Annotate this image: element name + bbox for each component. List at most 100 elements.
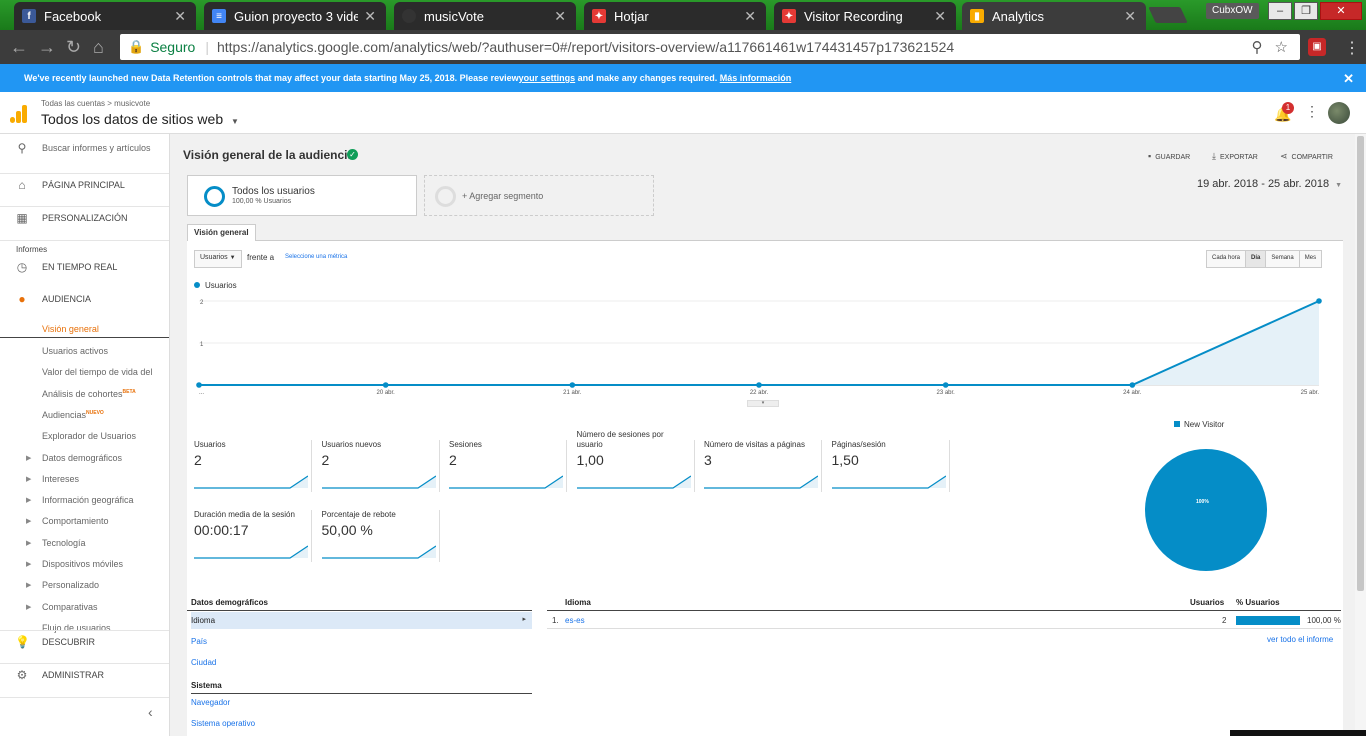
lightbulb-icon: 💡 (15, 635, 30, 649)
property-selector[interactable]: Todos los datos de sitios web ▼ (41, 111, 239, 127)
more-vert-icon[interactable]: ⋮ (1305, 103, 1319, 120)
tab-analytics[interactable]: ▮ Analytics ✕ (962, 2, 1146, 30)
x-tick-label: 25 abr. (1301, 390, 1320, 396)
expand-arrow-icon[interactable]: ▶ (26, 560, 31, 568)
expand-arrow-icon[interactable]: ▶ (26, 517, 31, 525)
audience-nav-item[interactable]: Análisis de cohortesBETA (42, 389, 136, 399)
expand-arrow-icon[interactable]: ▶ (26, 581, 31, 589)
sparkline-area (194, 546, 308, 558)
expand-arrow-icon[interactable]: ▶ (26, 475, 31, 483)
date-range-picker[interactable]: 19 abr. 2018 - 25 abr. 2018 ▼ (1197, 178, 1342, 190)
audience-nav-item[interactable]: Personalizado (42, 580, 99, 590)
expand-arrow-icon[interactable]: ▶ (26, 454, 31, 462)
audience-nav-item[interactable]: Dispositivos móviles (42, 559, 123, 569)
language-link[interactable]: es-es (565, 616, 585, 625)
close-tab-icon[interactable]: ✕ (934, 8, 946, 25)
address-bar[interactable]: 🔒 Seguro | https://analytics.google.com/… (120, 34, 1300, 60)
audience-nav-item[interactable]: Explorador de Usuarios (42, 431, 136, 441)
expand-arrow-icon[interactable]: ▶ (26, 496, 31, 504)
close-icon[interactable]: ✕ (1343, 71, 1354, 87)
home-icon[interactable]: ⌂ (93, 37, 104, 57)
metric-tile[interactable]: Sesiones 2 (449, 440, 567, 492)
tab-hotjar[interactable]: ✦ Hotjar ✕ (584, 2, 766, 30)
close-tab-icon[interactable]: ✕ (364, 8, 376, 25)
audience-nav-item[interactable]: Comportamiento (42, 516, 109, 526)
left-nav: ⚲ Buscar informes y artículos ⌂ PÁGINA P… (0, 134, 170, 736)
metric-dropdown[interactable]: Usuarios ▼ (194, 250, 242, 268)
granularity-button[interactable]: Día (1246, 251, 1267, 267)
select-metric-link[interactable]: Seleccione una métrica (285, 254, 347, 260)
close-tab-icon[interactable]: ✕ (554, 8, 566, 25)
audience-nav-item[interactable]: Intereses (42, 474, 79, 484)
url-text[interactable]: https://analytics.google.com/analytics/w… (217, 39, 1252, 55)
demographics-item[interactable]: Idioma ▸ (191, 612, 532, 629)
tab-facebook[interactable]: f Facebook ✕ (14, 2, 196, 30)
profile-button[interactable]: CubxOW (1206, 3, 1259, 19)
audience-nav-item[interactable]: Datos demográficos (42, 453, 122, 463)
system-item[interactable]: Navegador (191, 694, 532, 711)
metric-tile[interactable]: Porcentaje de rebote 50,00 % (321, 510, 440, 562)
audience-nav-item[interactable]: Flujo de usuarios (42, 623, 111, 633)
tab-overview[interactable]: Visión general (187, 224, 256, 241)
close-tab-icon[interactable]: ✕ (174, 8, 186, 25)
save-button[interactable]: ▪ GUARDAR (1148, 151, 1190, 161)
window-close-button[interactable]: ✕ (1320, 2, 1362, 20)
granularity-button[interactable]: Cada hora (1207, 251, 1247, 267)
minimize-button[interactable]: – (1268, 2, 1292, 20)
scrollbar-thumb[interactable] (1357, 136, 1364, 591)
audience-nav-item[interactable]: Comparativas (42, 602, 98, 612)
forward-icon[interactable]: → (38, 37, 56, 57)
analytics-logo (10, 105, 28, 123)
maximize-button[interactable]: ❐ (1294, 2, 1318, 20)
expand-arrow-icon[interactable]: ▶ (26, 603, 31, 611)
reload-icon[interactable]: ↻ (66, 37, 81, 57)
segment-card[interactable]: Todos los usuarios 100,00 % Usuarios (187, 175, 417, 216)
audience-nav-item[interactable]: Tecnología (42, 538, 86, 548)
tab-guion[interactable]: ≡ Guion proyecto 3 video ✕ (204, 2, 386, 30)
pie-slice[interactable] (1145, 449, 1267, 571)
chrome-menu-icon[interactable]: ⋮ (1344, 38, 1360, 58)
tab-visitor-recording[interactable]: ✦ Visitor Recording ✕ (774, 2, 956, 30)
metric-tile[interactable]: Duración media de la sesión 00:00:17 (194, 510, 312, 562)
share-button[interactable]: ⋖ COMPARTIR (1280, 151, 1333, 162)
close-tab-icon[interactable]: ✕ (1124, 8, 1136, 25)
settings-link[interactable]: your settings (519, 73, 576, 83)
extension-icon[interactable]: ▣ (1308, 38, 1326, 56)
demographics-item[interactable]: Ciudad (191, 654, 532, 671)
audience-nav-item[interactable]: Usuarios activos (42, 346, 108, 356)
metric-tile[interactable]: Páginas/sesión 1,50 (831, 440, 950, 492)
zoom-icon[interactable]: ⚲ (1252, 38, 1263, 56)
bookmark-star-icon[interactable]: ☆ (1275, 38, 1288, 56)
demographics-item[interactable]: País (191, 633, 532, 650)
tab-musicvote[interactable]: musicVote ✕ (394, 2, 576, 30)
page-scrollbar[interactable] (1355, 134, 1366, 736)
breadcrumb[interactable]: Todas las cuentas > musicvote (41, 99, 150, 108)
page-title: Visión general de la audiencia (183, 148, 355, 162)
export-button[interactable]: ⤓ EXPORTAR (1212, 151, 1258, 162)
add-segment-button[interactable]: + Agregar segmento (424, 175, 654, 216)
sparkline (194, 475, 308, 489)
divider (0, 240, 169, 241)
granularity-button[interactable]: Semana (1266, 251, 1300, 267)
search-icon: ⚲ (17, 141, 27, 155)
chart-resize-handle[interactable]: ▾ (747, 400, 779, 407)
full-report-link[interactable]: ver todo el informe (1267, 635, 1333, 644)
granularity-button[interactable]: Mes (1300, 251, 1321, 267)
system-item[interactable]: Sistema operativo (191, 715, 532, 732)
audience-nav-item[interactable]: Visión general (42, 324, 99, 334)
metric-tile[interactable]: Número de sesiones por usuario 1,00 (576, 430, 695, 492)
close-tab-icon[interactable]: ✕ (744, 8, 756, 25)
audience-nav-item[interactable]: Información geográfica (42, 495, 134, 505)
new-tab-button[interactable] (1148, 7, 1188, 23)
metric-tile[interactable]: Usuarios nuevos 2 (321, 440, 440, 492)
metric-tile[interactable]: Usuarios 2 (194, 440, 312, 492)
avatar[interactable] (1328, 102, 1350, 124)
back-icon[interactable]: ← (10, 37, 28, 57)
collapse-nav-icon[interactable]: ‹ (148, 704, 153, 720)
audience-nav-item[interactable]: Valor del tiempo de vida del (42, 367, 152, 377)
divider (0, 337, 169, 338)
expand-arrow-icon[interactable]: ▶ (26, 539, 31, 547)
more-info-link[interactable]: Más información (720, 73, 792, 83)
audience-nav-item[interactable]: AudienciasNUEVO (42, 410, 104, 420)
metric-tile[interactable]: Número de visitas a páginas 3 (704, 440, 822, 492)
